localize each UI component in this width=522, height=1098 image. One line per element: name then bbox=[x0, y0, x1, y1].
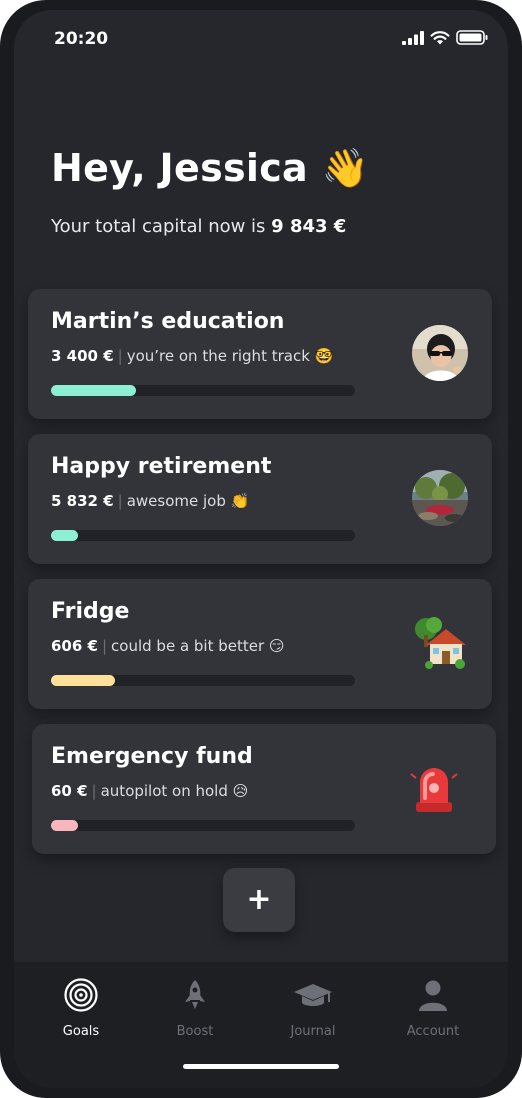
goal-message: awesome job 👏 bbox=[126, 492, 250, 510]
total-capital-text: Your total capital now is 9 843 € bbox=[51, 216, 346, 237]
siren-light-icon bbox=[406, 760, 462, 816]
goal-title: Martin’s education bbox=[51, 309, 285, 334]
graduation-cap-icon bbox=[294, 984, 332, 1006]
goal-progress-bar bbox=[51, 530, 355, 541]
goal-message: autopilot on hold 😥 bbox=[100, 782, 249, 800]
rocket-icon bbox=[185, 980, 205, 1009]
goal-summary: 3 400 € | you’re on the right track 🤓 bbox=[51, 347, 333, 365]
goal-title: Fridge bbox=[51, 599, 130, 624]
app-screen: 20:20 Hey, Jessica 👋 Your total capital … bbox=[14, 10, 508, 1088]
total-capital-value: 9 843 € bbox=[271, 216, 347, 237]
house-with-garden-icon bbox=[412, 615, 468, 671]
greeting-heading: Hey, Jessica 👋 bbox=[51, 146, 370, 190]
goal-card-emergency-fund[interactable]: Emergency fund 60 € | autopilot on hold 😥 bbox=[32, 724, 496, 854]
goal-progress-bar bbox=[51, 820, 355, 831]
status-time: 20:20 bbox=[54, 29, 109, 49]
goal-summary: 5 832 € | awesome job 👏 bbox=[51, 492, 249, 510]
total-capital-label: Your total capital now is bbox=[51, 216, 266, 237]
bottom-tab-bar: Goals Boost Journal Account bbox=[14, 962, 508, 1088]
tab-boost[interactable]: Boost bbox=[145, 978, 245, 1039]
goal-message: could be a bit better 😏 bbox=[111, 637, 285, 655]
goal-card-happy-retirement[interactable]: Happy retirement 5 832 € | awesome job 👏 bbox=[28, 434, 492, 564]
person-icon bbox=[419, 980, 447, 1011]
goal-divider: | bbox=[117, 347, 123, 365]
tab-label: Boost bbox=[176, 1024, 214, 1039]
goal-amount: 606 € bbox=[51, 637, 98, 655]
plus-icon: + bbox=[246, 882, 272, 917]
tab-journal[interactable]: Journal bbox=[263, 978, 363, 1039]
add-goal-button[interactable]: + bbox=[223, 868, 295, 932]
goal-title: Happy retirement bbox=[51, 454, 272, 479]
goal-amount: 60 € bbox=[51, 782, 88, 800]
goal-progress-fill bbox=[51, 820, 79, 831]
target-icon bbox=[64, 978, 98, 1012]
goal-card-martins-education[interactable]: Martin’s education 3 400 € | you’re on the… bbox=[28, 289, 492, 419]
goal-progress-fill bbox=[51, 530, 79, 541]
goal-divider: | bbox=[117, 492, 123, 510]
goal-divider: | bbox=[91, 782, 97, 800]
home-indicator bbox=[183, 1064, 339, 1069]
goal-title: Emergency fund bbox=[51, 744, 253, 769]
goal-summary: 606 € | could be a bit better 😏 bbox=[51, 637, 285, 655]
goal-divider: | bbox=[101, 637, 108, 655]
tab-label: Account bbox=[406, 1024, 460, 1039]
goal-summary: 60 € | autopilot on hold 😥 bbox=[51, 782, 248, 800]
tab-goals[interactable]: Goals bbox=[31, 978, 131, 1039]
battery-icon bbox=[456, 30, 488, 45]
goal-progress-fill bbox=[51, 385, 137, 396]
status-bar: 20:20 bbox=[14, 10, 508, 70]
goal-progress-fill bbox=[51, 675, 115, 686]
status-icons bbox=[402, 30, 488, 45]
goal-amount: 3 400 € bbox=[51, 347, 114, 365]
tab-label: Goals bbox=[62, 1024, 100, 1039]
wifi-icon bbox=[430, 30, 450, 44]
tab-account[interactable]: Account bbox=[383, 978, 483, 1039]
cellular-signal-icon bbox=[402, 30, 424, 45]
goal-amount: 5 832 € bbox=[51, 492, 114, 510]
tab-label: Journal bbox=[290, 1024, 336, 1039]
child-photo-icon bbox=[412, 325, 468, 381]
goal-card-fridge[interactable]: Fridge 606 € | could be a bit better 😏 bbox=[28, 579, 492, 709]
goal-message: you’re on the right track 🤓 bbox=[126, 347, 334, 365]
garden-photo-icon bbox=[412, 470, 468, 526]
phone-frame: 20:20 Hey, Jessica 👋 Your total capital … bbox=[0, 0, 522, 1098]
goal-progress-bar bbox=[51, 385, 355, 396]
goal-progress-bar bbox=[51, 675, 355, 686]
